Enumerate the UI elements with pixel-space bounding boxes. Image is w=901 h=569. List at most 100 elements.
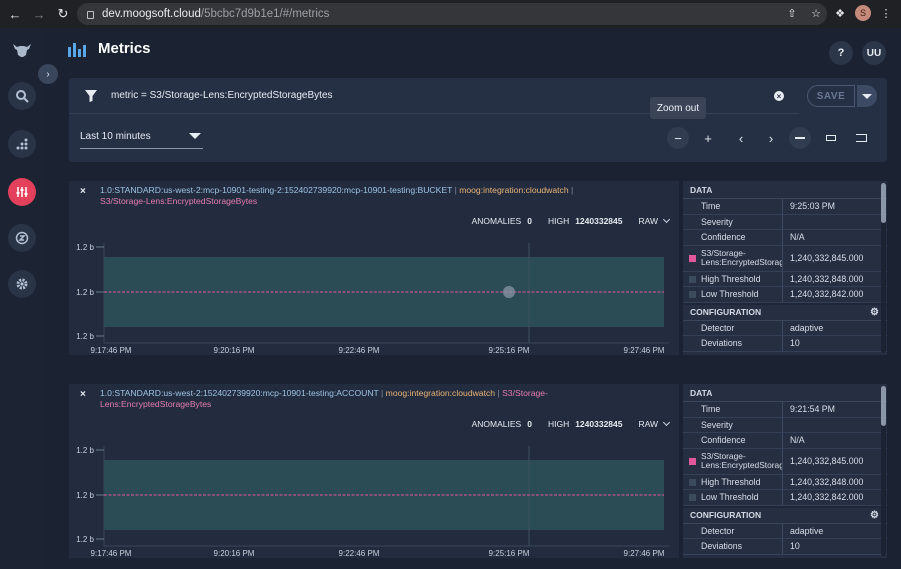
- scrollbar-thumb[interactable]: [881, 183, 886, 223]
- layout-line-button[interactable]: [789, 127, 811, 149]
- series-swatch: [689, 457, 696, 465]
- data-row: Severity: [683, 214, 887, 230]
- data-row: Time 9:21:54 PM: [683, 402, 887, 418]
- star-icon[interactable]: ☆: [807, 4, 825, 22]
- config-key: Deviations: [683, 336, 783, 351]
- filter-query[interactable]: metric = S3/Storage-Lens:EncryptedStorag…: [111, 90, 333, 101]
- x-tick-label: 9:20:16 PM: [214, 346, 255, 355]
- settings-icon[interactable]: [8, 270, 36, 298]
- y-tick-label: 1.2 b: [76, 332, 94, 341]
- pan-left-button[interactable]: ‹: [730, 127, 752, 149]
- save-options-button[interactable]: [857, 85, 877, 107]
- data-panel: DATA Time 9:21:54 PM Severity Confidence N/A S…: [683, 384, 887, 558]
- search-icon[interactable]: [8, 82, 36, 110]
- left-navigation: [0, 28, 44, 569]
- config-key: Detector: [683, 320, 783, 335]
- high-stat: HIGH 1240332845: [548, 419, 623, 429]
- help-button[interactable]: ?: [829, 41, 853, 65]
- anomalies-stat: ANOMALIES 0: [472, 216, 532, 226]
- data-row: Time 9:25:03 PM: [683, 199, 887, 215]
- zoom-out-button[interactable]: −: [667, 127, 689, 149]
- data-row: S3/Storage-Lens:EncryptedStorageBytes 1,2…: [683, 448, 887, 475]
- address-bar[interactable]: dev.moogsoft.cloud/5bcbc7d9b1e1/#/metric…: [77, 3, 827, 25]
- close-chart-button[interactable]: ×: [80, 186, 86, 197]
- chart-plot[interactable]: 1.2 b 1.2 b 1.2 b 9:17:46 PM 9:20:16 PM 9:22:…: [69, 239, 679, 355]
- metrics-nav-icon[interactable]: [8, 178, 36, 206]
- series-swatch: [689, 494, 696, 501]
- y-tick-label: 1.2 b: [76, 288, 94, 297]
- gear-icon[interactable]: ⚙: [870, 510, 879, 521]
- series-swatch: [689, 478, 696, 486]
- time-range-select[interactable]: Last 10 minutes: [80, 125, 203, 149]
- config-row: Detector adaptive: [683, 523, 887, 539]
- scrollbar-thumb[interactable]: [881, 386, 886, 426]
- configuration-label: CONFIGURATION: [690, 510, 762, 520]
- hover-marker: [503, 286, 515, 298]
- data-value: 1,240,332,842.000: [790, 492, 864, 503]
- configuration-label: CONFIGURATION: [690, 307, 762, 317]
- raw-select[interactable]: RAW: [638, 418, 671, 429]
- back-icon[interactable]: ←: [4, 3, 26, 25]
- config-row: Deviations 10: [683, 539, 887, 555]
- series-swatch: [689, 275, 696, 283]
- data-value: N/A: [790, 435, 805, 446]
- title-separator: |: [568, 185, 574, 195]
- layout-compact-button[interactable]: [820, 127, 842, 149]
- reload-icon[interactable]: ↻: [52, 3, 74, 25]
- series-swatch: [689, 291, 696, 298]
- data-row: Low Threshold 1,240,332,842.000: [683, 490, 887, 506]
- gear-icon[interactable]: ⚙: [870, 307, 879, 318]
- extensions-icon[interactable]: ❖: [831, 4, 849, 22]
- data-key: Confidence: [683, 230, 783, 245]
- x-tick-label: 9:22:46 PM: [339, 346, 380, 355]
- data-key: S3/Storage-Lens:EncryptedStorageBytes: [683, 245, 783, 271]
- scrollbar[interactable]: [881, 386, 886, 556]
- data-value: 1,240,332,845.000: [790, 253, 864, 263]
- page-header: Metrics: [68, 40, 151, 57]
- data-value: N/A: [790, 232, 805, 243]
- data-key: S3/Storage-Lens:EncryptedStorageBytes: [683, 448, 783, 474]
- configuration-heading: CONFIGURATION ⚙: [683, 302, 887, 321]
- zoom-in-button[interactable]: +: [697, 127, 719, 149]
- data-row: Severity: [683, 417, 887, 433]
- layout-expand-button[interactable]: [850, 127, 872, 149]
- close-chart-button[interactable]: ×: [80, 389, 86, 400]
- moogsoft-logo-icon[interactable]: [8, 36, 36, 64]
- data-value: 1,240,332,845.000: [790, 456, 864, 466]
- scrollbar[interactable]: [881, 183, 886, 353]
- y-tick-label: 1.2 b: [76, 491, 94, 500]
- profile-avatar[interactable]: S: [855, 5, 871, 21]
- data-value: 9:21:54 PM: [790, 404, 835, 415]
- zoom-out-tooltip: Zoom out: [650, 97, 706, 119]
- correlation-icon[interactable]: [8, 130, 36, 158]
- high-label: HIGH: [547, 419, 570, 429]
- integrations-icon[interactable]: [8, 224, 36, 252]
- expand-sidebar-button[interactable]: ›: [38, 64, 58, 84]
- chart-source: 1.0:STANDARD:us-west-2:152402739920:mcp-…: [100, 388, 379, 398]
- x-tick-label: 9:20:16 PM: [214, 549, 255, 558]
- pan-right-button[interactable]: ›: [760, 127, 782, 149]
- chart-metric: S3/Storage-Lens:EncryptedStorageBytes: [100, 196, 258, 206]
- x-tick-label: 9:27:46 PM: [624, 549, 665, 558]
- data-row: Confidence N/A: [683, 433, 887, 449]
- x-tick-label: 9:17:46 PM: [91, 346, 132, 355]
- data-value: [783, 418, 790, 433]
- chart-integration: moog:integration:cloudwatch: [385, 388, 496, 398]
- raw-select[interactable]: RAW: [638, 215, 671, 226]
- anomalies-label: ANOMALIES: [471, 419, 522, 429]
- data-value: [783, 215, 790, 230]
- clear-filter-icon[interactable]: ×: [774, 91, 784, 101]
- data-key: Severity: [683, 214, 783, 229]
- share-icon[interactable]: ⇧: [783, 4, 801, 22]
- chart-plot[interactable]: 1.2 b 1.2 b 1.2 b 9:17:46 PM 9:20:16 PM 9:22:…: [69, 442, 679, 558]
- config-value: 10: [790, 541, 800, 552]
- anomalies-value: 0: [527, 419, 532, 429]
- save-button[interactable]: SAVE: [807, 85, 855, 107]
- y-tick-label: 1.2 b: [76, 446, 94, 455]
- chart-integration: moog:integration:cloudwatch: [459, 185, 569, 195]
- data-row: Confidence N/A: [683, 230, 887, 246]
- user-menu-button[interactable]: UU: [862, 41, 886, 65]
- forward-icon[interactable]: →: [28, 3, 50, 25]
- more-menu-icon[interactable]: ⋮: [877, 4, 895, 22]
- high-value: 1240332845: [575, 216, 623, 226]
